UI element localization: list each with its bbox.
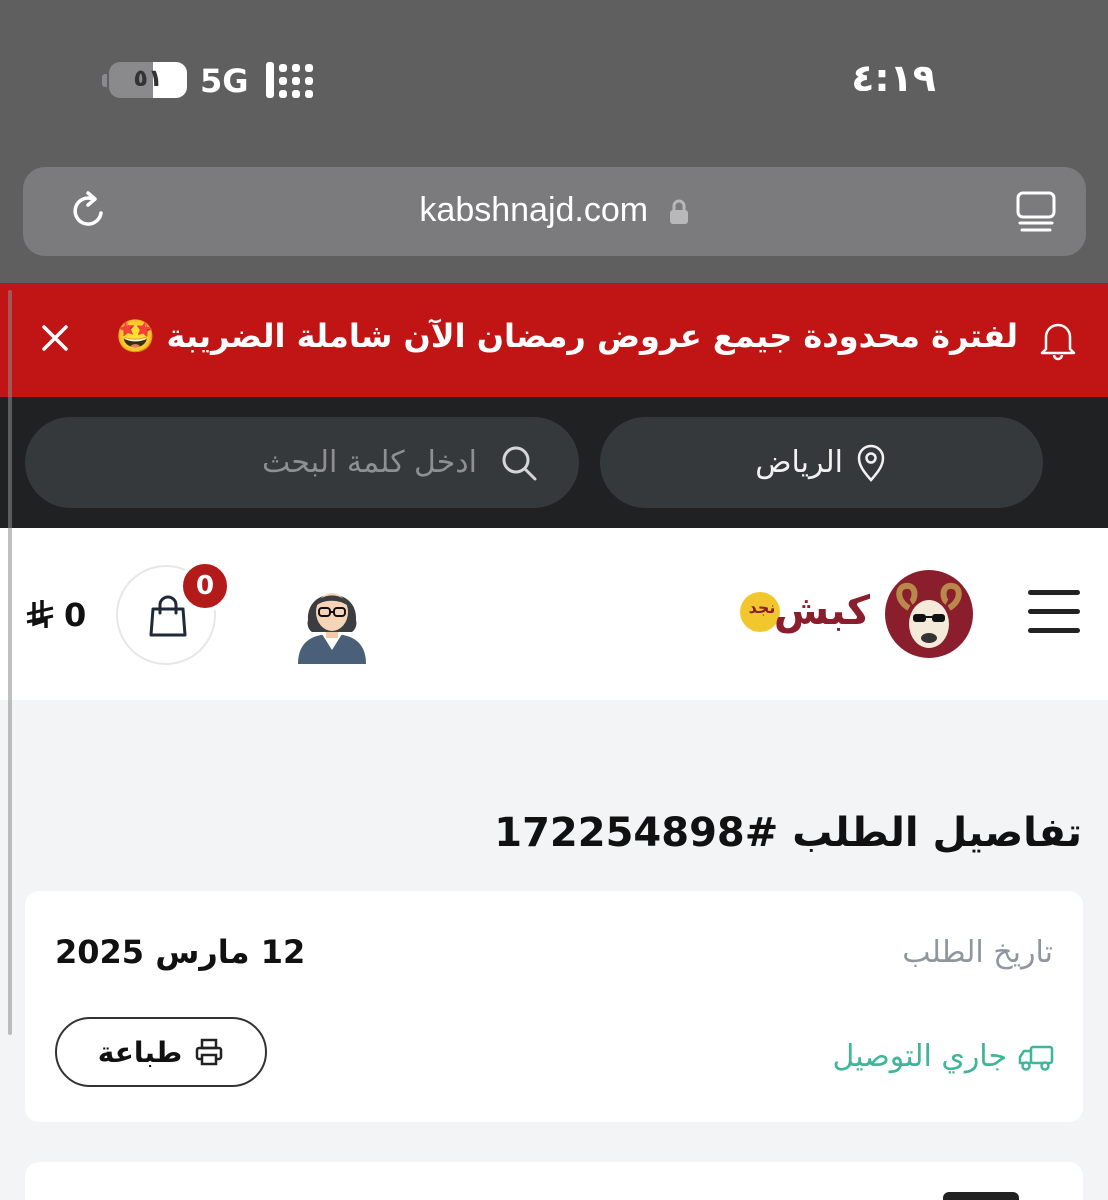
signal-dots bbox=[305, 64, 313, 98]
battery-indicator: ٥١ bbox=[102, 62, 187, 98]
ram-mascot-icon bbox=[896, 582, 962, 648]
search-icon bbox=[502, 446, 537, 481]
clock-time: ٤:١٩ bbox=[851, 56, 936, 100]
cart-total-value: 0 bbox=[64, 596, 87, 634]
scrollbar[interactable] bbox=[8, 290, 12, 1035]
signal-bar bbox=[266, 62, 274, 98]
network-type: 5G bbox=[200, 62, 249, 100]
bell-icon bbox=[1040, 323, 1076, 361]
print-label: طباعة bbox=[97, 1035, 183, 1069]
card-header-icon bbox=[943, 1192, 1019, 1200]
signal-icon bbox=[266, 62, 313, 98]
address-bar[interactable]: kabshnajd.com bbox=[23, 167, 1086, 256]
order-details-page: تفاصيل الطلب #172254898 تاريخ الطلب 12 م… bbox=[0, 700, 1108, 1200]
browser-chrome: ٥١ 5G ٤:١٩ kabshnajd.com bbox=[0, 0, 1108, 283]
order-status: جاري التوصيل bbox=[833, 1039, 1055, 1074]
cart-count-badge: 0 bbox=[179, 560, 231, 612]
location-label: الرياض bbox=[755, 445, 843, 480]
order-date-value: 12 مارس 2025 bbox=[55, 933, 306, 971]
lock-icon bbox=[669, 199, 688, 225]
signal-dots bbox=[279, 64, 287, 98]
order-summary-card: تاريخ الطلب 12 مارس 2025 جاري التوصيل طب… bbox=[25, 891, 1083, 1122]
riyal-currency-icon bbox=[26, 600, 54, 628]
battery-level: ٥١ bbox=[133, 64, 163, 92]
search-placeholder: ادخل كلمة البحث bbox=[261, 445, 477, 480]
user-avatar-icon[interactable] bbox=[292, 572, 372, 664]
printer-icon bbox=[195, 1038, 223, 1066]
order-items-card bbox=[25, 1162, 1083, 1200]
promo-text: لفترة محدودة جيمع عروض رمضان الآن شاملة … bbox=[115, 317, 1018, 355]
promo-banner: لفترة محدودة جيمع عروض رمضان الآن شاملة … bbox=[0, 283, 1108, 397]
order-date-label: تاريخ الطلب bbox=[902, 935, 1053, 970]
url-display[interactable]: kabshnajd.com bbox=[23, 191, 1086, 230]
brand-logo-icon[interactable] bbox=[885, 570, 973, 658]
logo-word: كبش bbox=[773, 588, 870, 634]
order-status-text: جاري التوصيل bbox=[832, 1039, 1007, 1074]
delivery-truck-icon bbox=[1018, 1045, 1054, 1071]
battery-tip bbox=[102, 73, 107, 87]
battery-body: ٥١ bbox=[109, 62, 187, 98]
menu-icon[interactable] bbox=[1028, 590, 1080, 634]
site-header: نجد كبش 0 0 bbox=[0, 528, 1108, 700]
cart-total: 0 bbox=[24, 596, 86, 634]
page-title: تفاصيل الطلب #172254898 bbox=[494, 810, 1082, 856]
location-selector[interactable]: الرياض bbox=[600, 417, 1043, 508]
search-input[interactable]: ادخل كلمة البحث bbox=[25, 417, 579, 508]
url-text: kabshnajd.com bbox=[419, 191, 649, 229]
close-icon[interactable] bbox=[40, 323, 70, 353]
tabs-icon[interactable] bbox=[1014, 189, 1058, 235]
brand-logo-text[interactable]: نجد كبش bbox=[740, 588, 870, 638]
print-button[interactable]: طباعة bbox=[55, 1017, 267, 1087]
signal-dots bbox=[292, 64, 300, 98]
location-pin-icon bbox=[857, 444, 885, 482]
search-bar: الرياض ادخل كلمة البحث bbox=[0, 397, 1108, 528]
status-bar: ٥١ 5G ٤:١٩ bbox=[0, 56, 1108, 108]
